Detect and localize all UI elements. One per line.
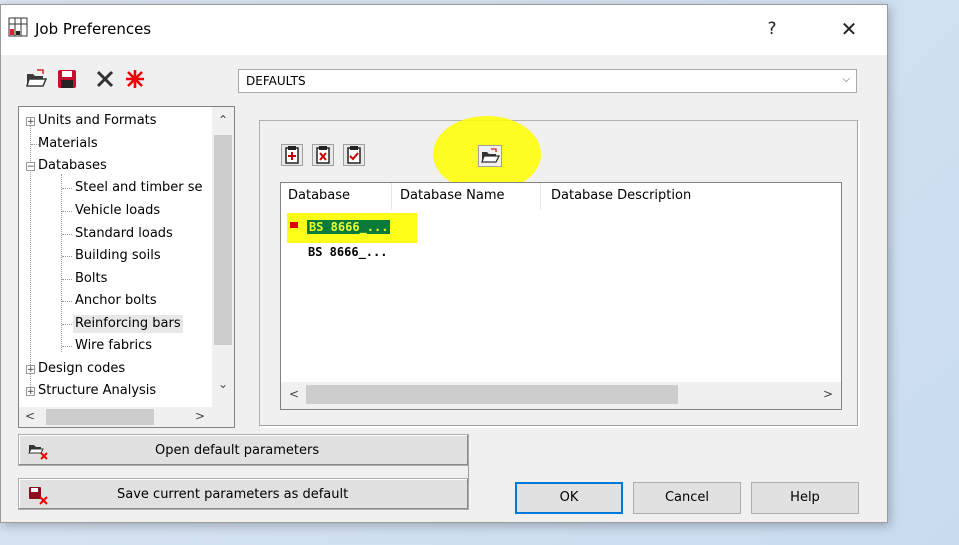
preferences-tree[interactable]: + Units and Formats Materials − Database…: [18, 106, 235, 428]
column-separator: [391, 183, 392, 210]
save-disk-icon[interactable]: [56, 68, 78, 90]
table-row[interactable]: BS 8666_...: [307, 220, 391, 234]
scrollbar-thumb[interactable]: [214, 135, 232, 345]
tree-item-structure-analysis[interactable]: Structure Analysis: [38, 382, 156, 400]
delete-x-icon[interactable]: [94, 68, 116, 90]
scrollbar-thumb[interactable]: [46, 409, 154, 425]
expand-icon[interactable]: +: [26, 117, 35, 127]
database-list[interactable]: Database Database Name Database Descript…: [280, 182, 842, 410]
column-separator: [540, 183, 541, 210]
add-database-button[interactable]: [281, 144, 303, 166]
check-database-icon: [347, 146, 361, 164]
tree-item-materials[interactable]: Materials: [38, 135, 98, 153]
open-default-label: Open default parameters: [155, 443, 320, 458]
tree-connector: [30, 121, 31, 387]
column-header-database[interactable]: Database: [288, 188, 350, 203]
scroll-right-icon[interactable]: >: [823, 387, 833, 401]
ok-button[interactable]: OK: [515, 482, 623, 514]
scroll-right-icon[interactable]: >: [195, 409, 205, 423]
job-preferences-dialog: Job Preferences ? ✕ DEFAULTS ⌵ + Units a…: [0, 4, 888, 523]
app-icon: [8, 17, 28, 37]
help-button[interactable]: Help: [751, 482, 859, 514]
tree-item-building-soils[interactable]: Building soils: [75, 247, 161, 265]
active-marker-icon: [290, 222, 298, 228]
open-folder-icon: [481, 148, 501, 163]
tree-item-steel-timber[interactable]: Steel and timber se: [75, 179, 203, 197]
window-title: Job Preferences: [35, 20, 152, 38]
expand-icon[interactable]: +: [26, 365, 35, 375]
column-header-database-description[interactable]: Database Description: [551, 188, 691, 203]
open-folder-icon[interactable]: [25, 68, 47, 90]
save-default-label: Save current parameters as default: [117, 487, 349, 502]
combo-value: DEFAULTS: [246, 74, 306, 88]
scroll-corner: [212, 407, 234, 427]
chevron-down-icon[interactable]: ⌵: [842, 74, 850, 85]
check-database-button[interactable]: [343, 144, 365, 166]
tree-connector: [62, 346, 72, 347]
tree-item-wire-fabrics[interactable]: Wire fabrics: [75, 337, 152, 355]
tree-connector: [62, 324, 72, 325]
open-default-parameters-button[interactable]: Open default parameters: [18, 434, 469, 466]
tree-item-units-and-formats[interactable]: Units and Formats: [38, 112, 157, 130]
red-star-icon[interactable]: [124, 68, 146, 90]
add-database-icon: [285, 146, 299, 164]
save-default-parameters-button[interactable]: Save current parameters as default: [18, 478, 469, 510]
expand-icon[interactable]: +: [26, 387, 35, 397]
help-title-button[interactable]: ?: [759, 15, 785, 43]
tree-item-anchor-bolts[interactable]: Anchor bolts: [75, 292, 157, 310]
tree-connector: [62, 188, 72, 189]
table-row[interactable]: BS 8666_...: [308, 245, 387, 259]
remove-database-button[interactable]: [312, 144, 334, 166]
cancel-button[interactable]: Cancel: [633, 482, 741, 514]
tree-vertical-scrollbar[interactable]: ⌃ ⌄: [212, 107, 234, 407]
scrollbar-thumb[interactable]: [306, 385, 678, 404]
tree-connector: [62, 256, 72, 257]
tree-connector: [62, 279, 72, 280]
scroll-left-icon[interactable]: <: [289, 387, 299, 401]
tree-item-design-codes[interactable]: Design codes: [38, 360, 125, 378]
tree-horizontal-scrollbar[interactable]: < >: [19, 407, 212, 427]
scroll-down-icon[interactable]: ⌄: [218, 377, 228, 391]
tree-item-standard-loads[interactable]: Standard loads: [75, 225, 173, 243]
scroll-left-icon[interactable]: <: [25, 409, 35, 423]
save-disk-red-icon: [29, 487, 48, 505]
tree-item-databases[interactable]: Databases: [38, 157, 107, 175]
tree-connector: [62, 234, 72, 235]
tree-item-reinforcing-bars[interactable]: Reinforcing bars: [73, 315, 183, 333]
tree-item-bolts[interactable]: Bolts: [75, 270, 107, 288]
open-folder-red-icon: [28, 445, 48, 460]
collapse-icon[interactable]: −: [26, 162, 35, 172]
remove-database-icon: [316, 146, 330, 164]
open-database-button[interactable]: [478, 145, 502, 167]
scroll-up-icon[interactable]: ⌃: [218, 113, 228, 127]
tree-connector: [62, 301, 72, 302]
title-bar: Job Preferences ? ✕: [1, 5, 887, 55]
tree-connector: [61, 174, 62, 352]
close-button[interactable]: ✕: [836, 15, 862, 43]
list-horizontal-scrollbar[interactable]: < >: [281, 382, 841, 409]
tree-connector: [62, 211, 72, 212]
column-header-database-name[interactable]: Database Name: [400, 188, 505, 203]
tree-item-vehicle-loads[interactable]: Vehicle loads: [75, 202, 160, 220]
divider: [468, 460, 469, 484]
defaults-combo[interactable]: DEFAULTS ⌵: [238, 69, 857, 93]
